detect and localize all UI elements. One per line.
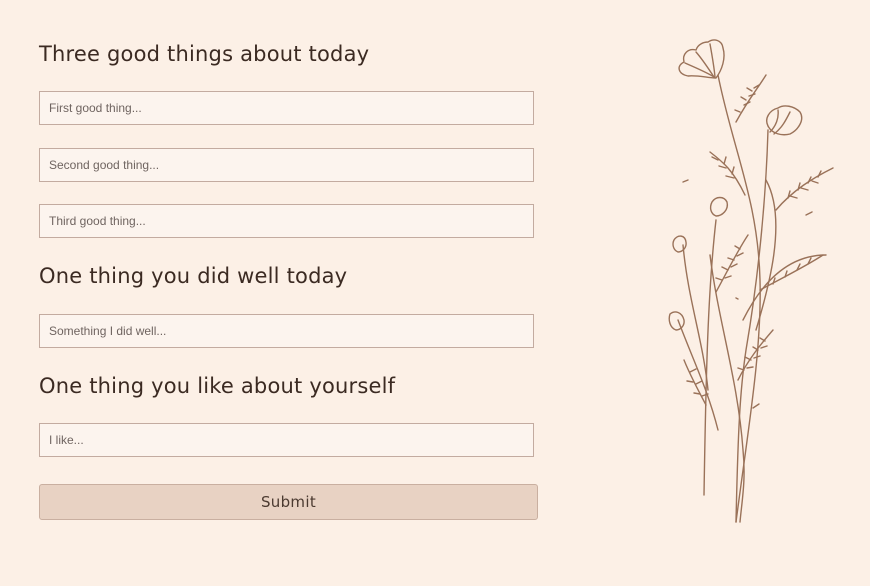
third-good-thing-input[interactable]: [39, 204, 534, 238]
like-yourself-input[interactable]: [39, 423, 534, 457]
first-good-thing-input[interactable]: [39, 91, 534, 125]
wildflower-bouquet-icon: [668, 39, 834, 523]
did-well-input[interactable]: [39, 314, 534, 348]
good-things-heading: Three good things about today: [39, 42, 370, 66]
submit-button[interactable]: Submit: [39, 484, 538, 520]
gratitude-journal-page: Three good things about today One thing …: [0, 0, 870, 586]
like-yourself-heading: One thing you like about yourself: [39, 374, 396, 398]
did-well-heading: One thing you did well today: [39, 264, 348, 288]
second-good-thing-input[interactable]: [39, 148, 534, 182]
